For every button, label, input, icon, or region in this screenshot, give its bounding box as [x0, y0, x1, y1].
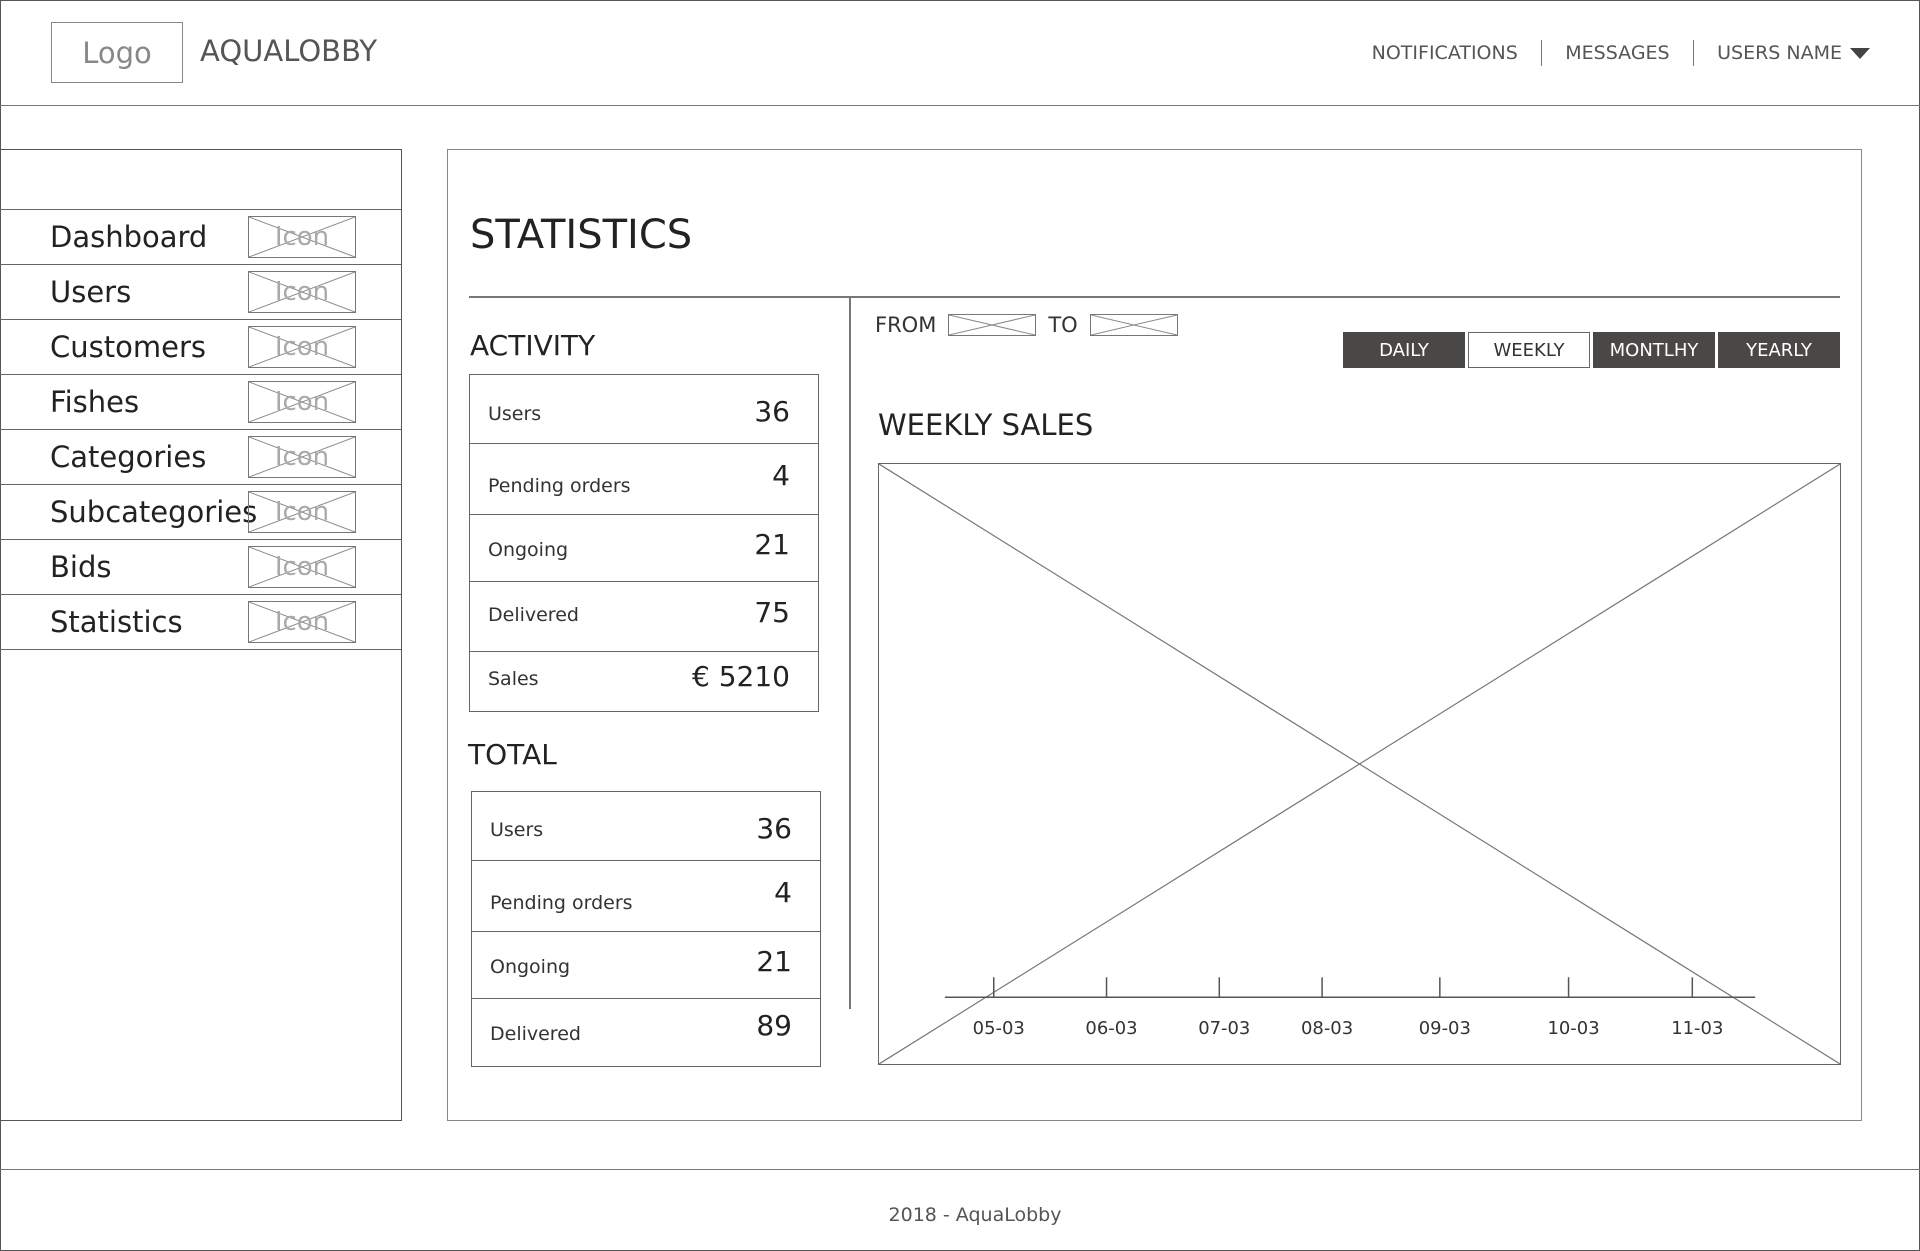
brand-name: AQUALOBBY: [200, 34, 378, 68]
row-label: Sales: [488, 668, 539, 690]
sidebar-item-users[interactable]: Users Icon: [0, 265, 401, 320]
chart-canvas: 05-03 06-03 07-03 08-03 09-03 10-03 11-03: [879, 464, 1840, 1064]
categories-icon: Icon: [248, 436, 356, 478]
activity-title: ACTIVITY: [470, 329, 596, 362]
table-row: Sales € 5210: [470, 652, 818, 711]
row-label: Users: [490, 819, 544, 841]
table-row: Delivered 75: [470, 582, 818, 652]
total-title: TOTAL: [468, 738, 557, 771]
row-value: € 5210: [692, 660, 790, 693]
row-value: 89: [756, 1009, 792, 1042]
sidebar-item-label: Statistics: [50, 605, 183, 639]
row-value: 36: [756, 812, 792, 845]
row-label: Ongoing: [490, 956, 571, 978]
column-divider: [849, 296, 851, 1009]
table-row: Pending orders 4: [472, 861, 820, 932]
row-label: Delivered: [488, 604, 579, 626]
title-divider: [469, 296, 1840, 298]
sidebar-header: [0, 150, 401, 210]
sidebar-item-label: Bids: [50, 550, 112, 584]
messages-link[interactable]: MESSAGES: [1565, 42, 1669, 64]
footer: 2018 - AquaLobby: [0, 1169, 1920, 1251]
statistics-icon: Icon: [248, 601, 356, 643]
top-nav: NOTIFICATIONS MESSAGES USERS NAME: [1372, 40, 1870, 66]
table-row: Users 36: [470, 375, 818, 444]
sidebar-item-label: Customers: [50, 330, 206, 364]
sidebar-item-fishes[interactable]: Fishes Icon: [0, 375, 401, 430]
period-tabs: DAILY WEEKLY MONTLHY YEARLY: [1343, 332, 1840, 368]
date-range: FROM TO: [875, 313, 1190, 337]
to-date-input[interactable]: [1089, 314, 1178, 336]
row-value: 75: [754, 596, 790, 629]
sidebar-item-label: Dashboard: [50, 220, 208, 254]
table-row: Ongoing 21: [472, 932, 820, 999]
nav-divider: [1540, 40, 1543, 66]
table-row: Users 36: [472, 792, 820, 861]
sidebar-item-bids[interactable]: Bids Icon: [0, 540, 401, 595]
tab-monthly[interactable]: MONTLHY: [1593, 332, 1715, 368]
page-title: STATISTICS: [470, 212, 693, 258]
x-tick-label: 08-03: [1301, 1018, 1353, 1039]
sidebar-item-label: Fishes: [50, 385, 140, 419]
user-menu[interactable]: USERS NAME: [1717, 42, 1870, 64]
row-value: 21: [754, 528, 790, 561]
chart-placeholder: 05-03 06-03 07-03 08-03 09-03 10-03 11-03: [878, 463, 1841, 1065]
notifications-link[interactable]: NOTIFICATIONS: [1372, 42, 1518, 64]
user-name: USERS NAME: [1717, 42, 1842, 64]
from-date-input[interactable]: [948, 314, 1037, 336]
x-tick-label: 05-03: [973, 1018, 1025, 1039]
sidebar-item-subcategories[interactable]: Subcategories Icon: [0, 485, 401, 540]
row-label: Ongoing: [488, 539, 569, 561]
chevron-down-icon[interactable]: [1850, 48, 1870, 59]
x-tick-label: 11-03: [1671, 1018, 1723, 1039]
customers-icon: Icon: [248, 326, 356, 368]
tab-daily[interactable]: DAILY: [1343, 332, 1465, 368]
x-tick-label: 09-03: [1419, 1018, 1471, 1039]
row-value: 21: [756, 945, 792, 978]
sidebar-item-dashboard[interactable]: Dashboard Icon: [0, 210, 401, 265]
row-label: Users: [488, 403, 542, 425]
bids-icon: Icon: [248, 546, 356, 588]
row-value: 4: [772, 459, 790, 492]
sidebar: Dashboard Icon Users Icon Customers Icon…: [0, 149, 402, 1121]
row-label: Pending orders: [490, 892, 633, 914]
sidebar-item-customers[interactable]: Customers Icon: [0, 320, 401, 375]
dashboard-icon: Icon: [248, 216, 356, 258]
row-value: 36: [754, 395, 790, 428]
header: Logo AQUALOBBY NOTIFICATIONS MESSAGES US…: [0, 0, 1920, 106]
table-row: Ongoing 21: [470, 515, 818, 582]
tab-weekly[interactable]: WEEKLY: [1468, 332, 1590, 368]
footer-text: 2018 - AquaLobby: [888, 1204, 1062, 1226]
table-row: Delivered 89: [472, 999, 820, 1066]
sidebar-item-categories[interactable]: Categories Icon: [0, 430, 401, 485]
x-tick-label: 07-03: [1198, 1018, 1250, 1039]
sidebar-item-label: Subcategories: [50, 495, 258, 529]
statistics-panel: STATISTICS ACTIVITY Users 36 Pending ord…: [447, 149, 1862, 1121]
subcategories-icon: Icon: [248, 491, 356, 533]
activity-table: Users 36 Pending orders 4 Ongoing 21 Del…: [469, 374, 819, 712]
x-tick-label: 06-03: [1085, 1018, 1137, 1039]
x-tick-label: 10-03: [1547, 1018, 1599, 1039]
from-label: FROM: [875, 313, 937, 337]
users-icon: Icon: [248, 271, 356, 313]
sidebar-item-label: Users: [50, 275, 132, 309]
tab-yearly[interactable]: YEARLY: [1718, 332, 1840, 368]
fishes-icon: Icon: [248, 381, 356, 423]
chart-title: WEEKLY SALES: [878, 408, 1094, 442]
sidebar-item-label: Categories: [50, 440, 207, 474]
total-table: Users 36 Pending orders 4 Ongoing 21 Del…: [471, 791, 821, 1067]
nav-divider: [1692, 40, 1695, 66]
sidebar-item-statistics[interactable]: Statistics Icon: [0, 595, 401, 650]
row-label: Delivered: [490, 1023, 581, 1045]
to-label: TO: [1048, 313, 1078, 337]
row-value: 4: [774, 876, 792, 909]
table-row: Pending orders 4: [470, 444, 818, 515]
logo[interactable]: Logo: [51, 22, 183, 83]
row-label: Pending orders: [488, 475, 631, 497]
